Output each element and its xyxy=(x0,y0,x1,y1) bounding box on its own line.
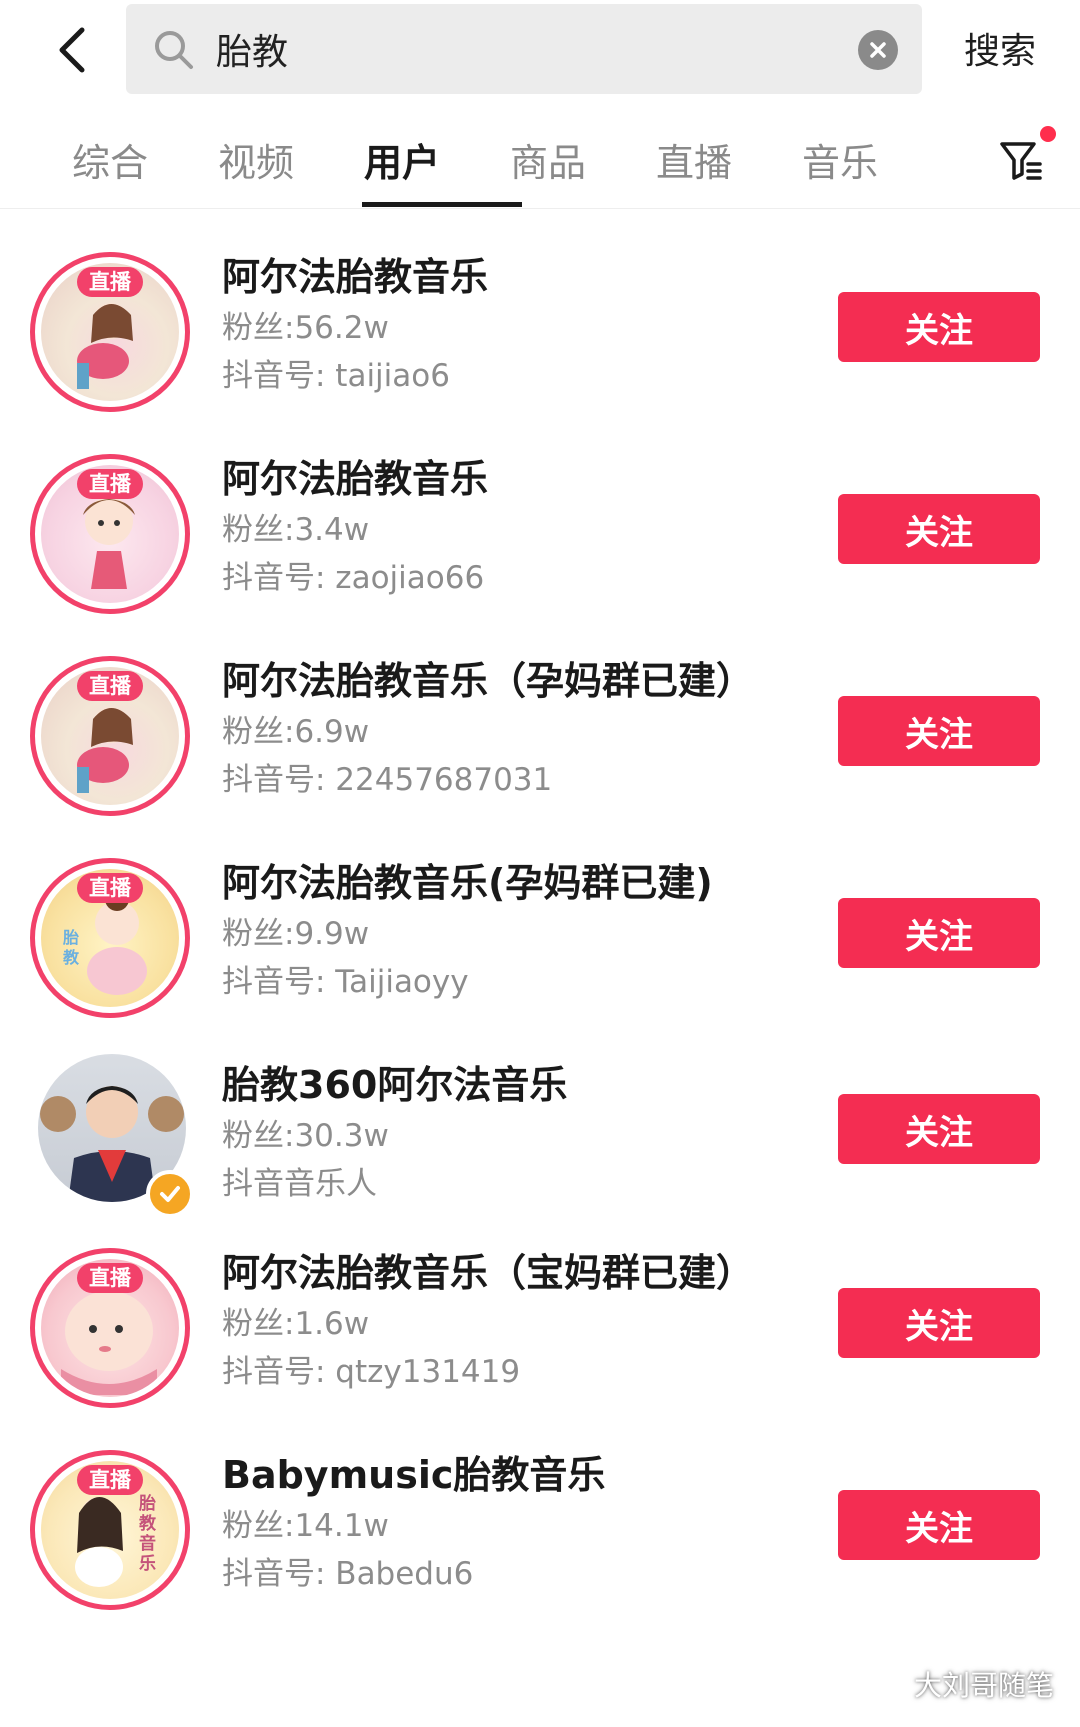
follow-button[interactable]: 关注 xyxy=(838,696,1040,766)
tab-videos[interactable]: 视频 xyxy=(218,132,294,185)
back-button[interactable] xyxy=(40,18,104,82)
user-row[interactable]: 胎 教 直播 阿尔法胎教音乐(孕妈群已建) 粉丝:9.9w 抖音号: Taiji… xyxy=(0,832,1080,1032)
user-row[interactable]: 直播 阿尔法胎教音乐 粉丝:56.2w 抖音号: taijiao6 关注 xyxy=(0,226,1080,426)
svg-text:教: 教 xyxy=(63,948,80,967)
verified-badge xyxy=(146,1170,194,1218)
svg-text:教: 教 xyxy=(138,1513,157,1534)
watermark-text: 大刘哥随笔 xyxy=(914,1669,1055,1702)
tab-music[interactable]: 音乐 xyxy=(802,132,878,185)
top-bar: 搜索 xyxy=(0,0,1080,104)
user-name: 阿尔法胎教音乐 xyxy=(222,255,489,299)
live-badge: 直播 xyxy=(77,671,143,701)
tab-live[interactable]: 直播 xyxy=(656,132,732,185)
follow-button[interactable]: 关注 xyxy=(838,1490,1040,1560)
account-id: 抖音号: Babedu6 xyxy=(222,1556,474,1592)
account-id: 抖音号: taijiao6 xyxy=(222,358,450,394)
category-tabs: 综合 视频 用户 商品 直播 音乐 xyxy=(0,104,1080,209)
fans-count: 粉丝:14.1w xyxy=(222,1508,389,1544)
tab-users[interactable]: 用户 xyxy=(364,132,440,185)
filter-icon[interactable] xyxy=(996,134,1046,184)
chevron-left-icon xyxy=(59,27,85,73)
user-info: 阿尔法胎教音乐 粉丝:3.4w 抖音号: zaojiao66 xyxy=(222,454,782,602)
user-name: 阿尔法胎教音乐(孕妈群已建) xyxy=(222,861,713,905)
user-info: 阿尔法胎教音乐（孕妈群已建） 粉丝:6.9w 抖音号: 22457687031 xyxy=(222,656,782,804)
follow-button[interactable]: 关注 xyxy=(838,1094,1040,1164)
user-info: 阿尔法胎教音乐(孕妈群已建) 粉丝:9.9w 抖音号: Taijiaoyy xyxy=(222,858,782,1006)
user-info: 胎教360阿尔法音乐 粉丝:30.3w 抖音音乐人 xyxy=(222,1060,782,1208)
watermark: 大刘哥随笔 xyxy=(860,1660,1054,1708)
user-name: 阿尔法胎教音乐 xyxy=(222,457,489,501)
user-row[interactable]: 直播 阿尔法胎教音乐 粉丝:3.4w 抖音号: zaojiao66 关注 xyxy=(0,428,1080,628)
account-id: 抖音号: Taijiaoyy xyxy=(222,964,469,1000)
close-icon xyxy=(870,42,886,58)
live-badge: 直播 xyxy=(77,469,143,499)
search-box xyxy=(126,4,922,94)
svg-text:乐: 乐 xyxy=(139,1554,156,1574)
svg-text:胎: 胎 xyxy=(63,928,79,947)
clear-search-button[interactable] xyxy=(858,30,898,70)
live-badge: 直播 xyxy=(77,1465,143,1495)
user-info: 阿尔法胎教音乐 粉丝:56.2w 抖音号: taijiao6 xyxy=(222,252,782,400)
checkmark-icon xyxy=(160,1186,180,1202)
fans-count: 粉丝:9.9w xyxy=(222,916,370,952)
avatar[interactable]: 直播 xyxy=(30,454,190,614)
user-info: 阿尔法胎教音乐（宝妈群已建） 粉丝:1.6w 抖音号: qtzy131419 xyxy=(222,1248,782,1396)
search-icon xyxy=(155,31,193,69)
account-id: 抖音号: zaojiao66 xyxy=(222,560,485,596)
account-id: 抖音号: qtzy131419 xyxy=(222,1354,521,1390)
follow-button[interactable]: 关注 xyxy=(838,1288,1040,1358)
user-info: Babymusic胎教音乐 粉丝:14.1w 抖音号: Babedu6 xyxy=(222,1450,782,1598)
user-row[interactable]: 胎教360阿尔法音乐 粉丝:30.3w 抖音音乐人 关注 xyxy=(0,1034,1080,1234)
follow-button[interactable]: 关注 xyxy=(838,494,1040,564)
live-badge: 直播 xyxy=(77,267,143,297)
user-name: 胎教360阿尔法音乐 xyxy=(222,1063,568,1107)
svg-text:胎: 胎 xyxy=(139,1493,156,1514)
user-name: 阿尔法胎教音乐（宝妈群已建） xyxy=(222,1251,755,1295)
user-name: Babymusic胎教音乐 xyxy=(222,1453,606,1497)
avatar[interactable]: 胎 教 音 乐 直播 xyxy=(30,1450,190,1610)
user-name: 阿尔法胎教音乐（孕妈群已建） xyxy=(222,659,755,703)
search-button[interactable]: 搜索 xyxy=(940,16,1060,80)
fans-count: 粉丝:30.3w xyxy=(222,1118,389,1154)
svg-text:音: 音 xyxy=(139,1533,156,1554)
tab-comprehensive[interactable]: 综合 xyxy=(72,132,148,185)
account-id: 抖音音乐人 xyxy=(222,1166,377,1202)
account-id: 抖音号: 22457687031 xyxy=(222,762,553,798)
live-badge: 直播 xyxy=(77,873,143,903)
live-badge: 直播 xyxy=(77,1263,143,1293)
fans-count: 粉丝:56.2w xyxy=(222,310,389,346)
fans-count: 粉丝:6.9w xyxy=(222,714,370,750)
active-tab-indicator xyxy=(362,202,522,207)
avatar[interactable]: 直播 xyxy=(30,252,190,412)
filter-notification-dot xyxy=(1040,126,1056,142)
follow-button[interactable]: 关注 xyxy=(838,898,1040,968)
avatar[interactable]: 直播 xyxy=(30,656,190,816)
tab-products[interactable]: 商品 xyxy=(510,132,586,185)
wechat-icon xyxy=(861,1667,905,1700)
search-input[interactable] xyxy=(216,18,816,80)
user-row[interactable]: 直播 阿尔法胎教音乐（孕妈群已建） 粉丝:6.9w 抖音号: 224576870… xyxy=(0,630,1080,830)
avatar[interactable]: 直播 xyxy=(30,1248,190,1408)
tab-fade-overlay xyxy=(920,104,1000,204)
fans-count: 粉丝:3.4w xyxy=(222,512,370,548)
user-row[interactable]: 直播 阿尔法胎教音乐（宝妈群已建） 粉丝:1.6w 抖音号: qtzy13141… xyxy=(0,1222,1080,1422)
follow-button[interactable]: 关注 xyxy=(838,292,1040,362)
fans-count: 粉丝:1.6w xyxy=(222,1306,370,1342)
avatar[interactable]: 胎 教 直播 xyxy=(30,858,190,1018)
